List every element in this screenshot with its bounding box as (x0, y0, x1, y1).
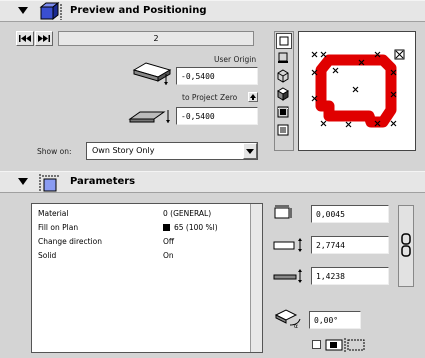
user-origin-field[interactable]: -0,5400 (176, 67, 258, 85)
depth-field[interactable]: 2,7744 (311, 236, 389, 254)
collapse-triangle-icon[interactable] (18, 178, 28, 185)
show-on-label: Show on: (37, 147, 72, 156)
collapse-triangle-icon[interactable] (18, 7, 28, 14)
fill-swatch (163, 224, 170, 231)
show-on-value: Own Story Only (92, 146, 155, 155)
preview-slider[interactable]: 2 (58, 31, 254, 46)
svg-text:α: α (294, 323, 298, 329)
view-2d-button[interactable] (276, 33, 292, 49)
parameter-value: On (163, 251, 174, 260)
view-section-button[interactable] (276, 105, 292, 121)
cube-wire-icon (277, 69, 289, 83)
preview-section-icon (39, 2, 62, 21)
parameter-name: Material (38, 209, 69, 218)
project-zero-field[interactable]: -0,5400 (176, 107, 258, 125)
preview-canvas[interactable] (298, 31, 416, 151)
chevron-down-icon (246, 149, 254, 154)
next-icon (38, 35, 50, 42)
next-button[interactable] (35, 31, 53, 46)
film-icon (277, 106, 289, 118)
user-origin-icon (132, 62, 172, 85)
parameter-value: 65 (100 %l) (174, 223, 218, 232)
parameter-value: 0 (GENERAL) (163, 209, 212, 218)
parameter-name: Change direction (38, 237, 102, 246)
proportion-lock-button[interactable] (398, 205, 414, 287)
side-view-icon (278, 52, 288, 63)
view-3d-shaded-button[interactable] (276, 87, 292, 103)
previous-button[interactable] (16, 31, 34, 46)
previous-icon (19, 35, 31, 42)
parameters-section-header[interactable]: Parameters (0, 171, 425, 193)
parameter-name: Solid (38, 251, 57, 260)
preview-drawing (311, 49, 405, 128)
height-dimension-icon (273, 269, 302, 283)
project-zero-label: to Project Zero (182, 93, 238, 102)
show-on-dropdown[interactable]: Own Story Only (86, 142, 258, 160)
project-zero-icon (128, 110, 170, 123)
square-icon (279, 36, 289, 46)
preview-section-header[interactable]: Preview and Positioning (0, 0, 425, 22)
width-field[interactable]: 0,0045 (311, 205, 389, 223)
view-list-button[interactable] (276, 123, 292, 139)
parameters-section-title: Parameters (70, 176, 136, 187)
parameter-name: Fill on Plan (38, 223, 79, 232)
view-mode-toolbar (274, 31, 294, 151)
width-dimension-icon (274, 205, 292, 219)
height-field[interactable]: 1,4238 (311, 267, 389, 285)
parameters-section-icon (39, 174, 60, 192)
arrow-up-icon (250, 94, 256, 100)
preview-section-title: Preview and Positioning (70, 5, 207, 16)
mirror-checkbox[interactable] (312, 340, 321, 349)
dropdown-arrow-button[interactable] (243, 143, 257, 159)
list-icon (277, 124, 289, 136)
view-3d-wire-button[interactable] (276, 69, 292, 85)
user-origin-label: User Origin (214, 55, 257, 64)
parameter-row-fill-on-plan[interactable]: Fill on Plan 65 (100 %l) (38, 223, 253, 236)
parameter-row-material[interactable]: Material 0 (GENERAL) (38, 209, 253, 222)
cube-shaded-icon (277, 87, 289, 101)
chain-link-icon (401, 233, 411, 257)
mirror-icon (325, 338, 365, 352)
angle-field[interactable]: 0,00° (309, 311, 361, 329)
preview-shape (315, 54, 397, 128)
depth-dimension-icon (273, 238, 302, 252)
parameter-row-solid[interactable]: Solid On (38, 251, 253, 264)
project-zero-menu-button[interactable] (248, 92, 258, 102)
parameter-row-change-direction[interactable]: Change direction Off (38, 237, 253, 250)
rotation-angle-icon: α (274, 309, 301, 329)
preview-slider-value: 2 (153, 34, 159, 43)
view-side-button[interactable] (276, 51, 292, 67)
parameter-value: Off (163, 237, 175, 246)
